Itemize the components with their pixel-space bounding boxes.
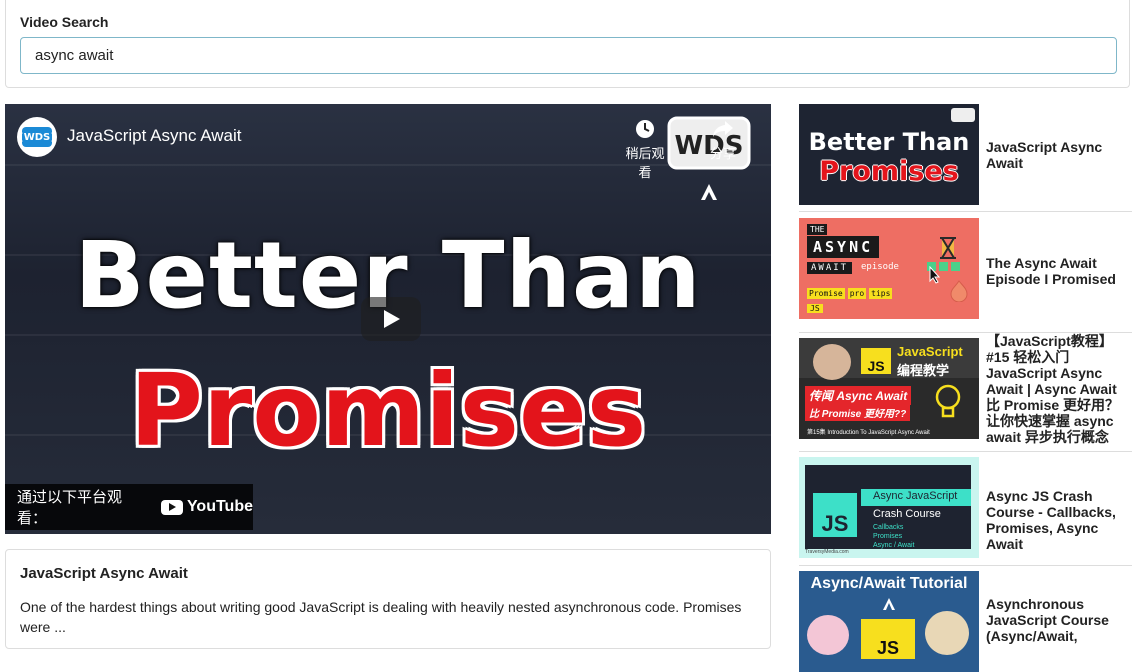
thumb-text: pro — [847, 288, 867, 299]
thumb-text: Async / Await — [873, 542, 915, 549]
list-item[interactable]: THE ASYNC AWAIT episode Promise pro tips… — [799, 212, 1132, 333]
video-thumbnail[interactable]: Better Than Promises — [799, 104, 979, 205]
thumb-text: Crash Course — [873, 508, 941, 520]
thumb-text: Promises — [819, 156, 959, 187]
play-button[interactable] — [361, 297, 421, 341]
thumb-text: Async/Await Tutorial — [810, 575, 968, 592]
thumb-text: Promise — [807, 288, 845, 299]
thumb-text: JavaScript — [897, 344, 963, 359]
video-title[interactable]: 【JavaScript教程】#15 轻松入门 JavaScript Async … — [986, 333, 1132, 445]
search-input[interactable] — [20, 37, 1117, 74]
js-logo: JS — [861, 619, 915, 659]
video-title[interactable]: The Async Await Episode I Promised — [986, 255, 1132, 287]
youtube-link[interactable]: YouTube — [160, 498, 253, 516]
watch-on-label: 通过以下平台观看： — [17, 489, 123, 527]
channel-badge: {WDS} — [17, 127, 57, 147]
presenter-avatar — [813, 344, 851, 380]
bunny-icon — [925, 611, 969, 655]
share-icon — [713, 121, 733, 137]
wds-logo-icon — [951, 108, 975, 122]
video-title[interactable]: JavaScript Async Await — [986, 139, 1132, 171]
video-description: One of the hardest things about writing … — [20, 599, 742, 635]
youtube-icon — [160, 499, 183, 515]
watch-later-label: 稍后观看 — [625, 146, 665, 180]
thumb-text: 第15集 Introduction To JavaScript Async Aw… — [807, 430, 930, 436]
thumb-text: JS — [807, 304, 823, 313]
lightbulb-icon — [935, 384, 961, 418]
list-item[interactable]: Async/Await Tutorial JS Asynchronous Jav… — [799, 566, 1132, 672]
video-title[interactable]: Asynchronous JavaScript Course (Async/Aw… — [986, 596, 1132, 644]
video-thumbnail[interactable]: THE ASYNC AWAIT episode Promise pro tips… — [799, 218, 979, 319]
thumb-text: ASYNC — [807, 236, 880, 258]
video-details-title: JavaScript Async Await — [20, 565, 188, 582]
ice-cream-icon — [807, 615, 849, 655]
video-details-panel: JavaScript Async Await One of the hardes… — [5, 549, 771, 649]
video-title[interactable]: Async JS Crash Course - Callbacks, Promi… — [986, 488, 1132, 552]
thumb-text: 编程教学 — [897, 363, 950, 378]
player-title[interactable]: JavaScript Async Await — [67, 126, 242, 146]
thumb-text: AWAIT — [807, 262, 853, 274]
thumb-text: Callbacks — [873, 524, 904, 531]
clock-icon — [636, 120, 654, 138]
hourglass-icon — [940, 237, 956, 259]
channel-avatar[interactable]: {WDS} — [17, 117, 57, 157]
list-item[interactable]: Better Than Promises JavaScript Async Aw… — [799, 104, 1132, 212]
share-button[interactable]: 分享 — [701, 118, 745, 162]
watch-later-button[interactable]: 稍后观看 — [623, 118, 667, 181]
thumb-text: 传闻 Async Await — [805, 386, 912, 405]
thumb-text: THE — [807, 224, 828, 235]
thumb-text: 比 Promise 更好用?? — [805, 404, 911, 421]
angular-icon — [883, 598, 895, 610]
thumb-text: Async JavaScript — [873, 490, 958, 502]
search-panel: Video Search — [5, 0, 1130, 88]
fire-icon — [950, 280, 968, 302]
js-logo: JS — [813, 493, 857, 537]
video-player[interactable]: {WDS} JavaScript Async Await WDS 稍后观看 分享… — [5, 104, 771, 534]
share-label: 分享 — [709, 146, 736, 161]
list-item[interactable]: JS JavaScript 编程教学 传闻 Async Await 比 Prom… — [799, 333, 1132, 452]
video-thumbnail[interactable]: JS Async JavaScript Crash Course Callbac… — [799, 457, 979, 558]
video-headline-2: Promises — [129, 352, 647, 469]
js-logo: JS — [861, 348, 891, 374]
video-thumbnail[interactable]: Async/Await Tutorial JS — [799, 571, 979, 672]
thumb-text: episode — [861, 262, 899, 272]
search-label: Video Search — [20, 14, 109, 30]
thumb-text: TraversyMedia.com — [805, 549, 849, 555]
thumb-text: tips — [869, 288, 893, 299]
cursor-icon — [929, 266, 941, 284]
watch-on-youtube-bar[interactable]: 通过以下平台观看： YouTube — [5, 484, 253, 530]
thumb-text: Promises — [873, 533, 903, 540]
youtube-label: YouTube — [186, 498, 253, 515]
list-item[interactable]: JS Async JavaScript Crash Course Callbac… — [799, 452, 1132, 566]
thumb-text: Better Than — [808, 128, 970, 156]
video-thumbnail[interactable]: JS JavaScript 编程教学 传闻 Async Await 比 Prom… — [799, 338, 979, 439]
play-icon — [384, 310, 400, 328]
